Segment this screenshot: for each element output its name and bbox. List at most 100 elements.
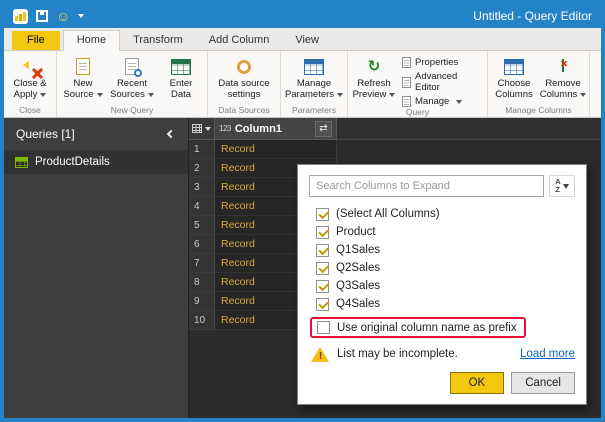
search-columns-input[interactable] (309, 175, 544, 197)
powerbi-logo-icon[interactable] (13, 8, 28, 24)
close-apply-button[interactable]: Close & Apply (6, 53, 54, 105)
checkbox-checked-icon[interactable] (316, 225, 329, 239)
column-name: Column1 (234, 122, 282, 135)
advanced-editor-button[interactable]: Advanced Editor (399, 71, 485, 93)
window-title: Untitled - Query Editor (473, 9, 592, 23)
row-number[interactable]: 6 (189, 235, 215, 254)
row-number[interactable]: 4 (189, 197, 215, 216)
row-number[interactable]: 3 (189, 178, 215, 197)
sort-button[interactable]: AZ (549, 175, 575, 197)
refresh-icon: ↻ (367, 58, 381, 75)
expand-columns-popup: AZ (Select All Columns) Product (297, 164, 587, 405)
dropdown-caret-icon (456, 99, 463, 104)
ribbon-group-close: Close & Apply Close (4, 51, 57, 117)
manage-parameters-icon (304, 58, 324, 75)
checkbox-item-product[interactable]: Product (316, 223, 575, 241)
prefix-checkbox[interactable] (317, 321, 330, 334)
queries-pane-title: Queries [1] (16, 127, 75, 141)
tab-home[interactable]: Home (62, 30, 121, 51)
column-type-icon: 123 (219, 124, 231, 133)
ribbon-group-manage-columns: Choose Columns Remove Columns Manage Col… (488, 51, 590, 117)
group-label-data-sources: Data Sources (218, 105, 270, 115)
warning-icon: ! (311, 346, 330, 362)
dropdown-caret-icon (147, 92, 154, 97)
checkbox-checked-icon[interactable] (316, 279, 329, 293)
ribbon-group-data-sources: Data source settings Data Sources (208, 51, 281, 117)
row-number[interactable]: 8 (189, 273, 215, 292)
data-source-settings-button[interactable]: Data source settings (210, 53, 278, 105)
column-header-column1[interactable]: 123 Column1 ⇄ (215, 118, 337, 140)
group-label-parameters: Parameters (292, 105, 336, 115)
manage-button[interactable]: Manage (399, 96, 485, 107)
manage-parameters-button[interactable]: Manage Parameters (283, 53, 345, 105)
advanced-editor-icon (402, 76, 411, 88)
load-more-link[interactable]: Load more (520, 348, 575, 360)
group-label-manage-columns: Manage Columns (505, 105, 572, 115)
sort-az-icon: AZ (555, 177, 561, 194)
choose-columns-button[interactable]: Choose Columns (490, 53, 538, 105)
checkbox-checked-icon[interactable] (316, 261, 329, 275)
feedback-smiley-icon[interactable]: ☺ (56, 9, 70, 23)
ribbon-tab-row: File Home Transform Add Column View (4, 28, 601, 51)
table-menu-button[interactable] (189, 118, 215, 140)
recent-sources-button[interactable]: Recent Sources (108, 53, 156, 105)
queries-pane: Queries [1] ProductDetails (4, 118, 188, 418)
row-number[interactable]: 10 (189, 311, 215, 330)
row-number[interactable]: 7 (189, 254, 215, 273)
toolbar-dropdown-icon[interactable] (78, 14, 85, 18)
row-number[interactable]: 5 (189, 216, 215, 235)
remove-columns-button[interactable]: Remove Columns (539, 53, 587, 105)
query-small-buttons: Properties Advanced Editor Manage (399, 53, 485, 107)
refresh-preview-button[interactable]: ↻ Refresh Preview (350, 53, 398, 107)
clock-icon (134, 69, 142, 77)
properties-button[interactable]: Properties (399, 57, 485, 68)
tab-add-column[interactable]: Add Column (196, 31, 283, 50)
sort-arrow-icon (562, 183, 569, 189)
sidebar-item-productdetails[interactable]: ProductDetails (4, 150, 188, 174)
checkbox-checked-icon[interactable] (316, 297, 329, 311)
tab-view[interactable]: View (282, 31, 332, 50)
dropdown-caret-icon (389, 92, 396, 97)
ribbon-group-new-query: New Source Recent Sources Enter Data New… (57, 51, 208, 117)
checkbox-checked-icon[interactable] (316, 207, 329, 221)
grid-header-filler (337, 118, 601, 140)
expand-column-button[interactable]: ⇄ (315, 120, 332, 137)
enter-data-icon (171, 58, 191, 75)
save-icon[interactable] (36, 10, 48, 22)
choose-columns-icon (504, 58, 524, 75)
group-label-new-query: New Query (110, 105, 154, 115)
properties-icon (402, 57, 411, 68)
dropdown-caret-icon (580, 92, 587, 97)
cancel-button[interactable]: Cancel (511, 372, 575, 394)
group-label-close: Close (19, 105, 41, 115)
enter-data-button[interactable]: Enter Data (157, 53, 205, 105)
checkbox-item-q4sales[interactable]: Q4Sales (316, 295, 575, 313)
ok-button[interactable]: OK (449, 372, 505, 394)
dropdown-caret-icon (96, 92, 103, 97)
new-source-button[interactable]: New Source (59, 53, 107, 105)
row-number[interactable]: 9 (189, 292, 215, 311)
collapse-pane-icon[interactable] (166, 129, 176, 139)
record-cell[interactable]: Record (215, 140, 337, 159)
dropdown-caret-icon (205, 126, 211, 131)
recent-sources-icon (125, 58, 142, 77)
remove-columns-icon (562, 59, 564, 73)
ribbon: Close & Apply Close New Source Recent So… (4, 51, 601, 118)
table-icon (15, 156, 28, 168)
checkbox-item-q2sales[interactable]: Q2Sales (316, 259, 575, 277)
row-number[interactable]: 1 (189, 140, 215, 159)
checkbox-item-q1sales[interactable]: Q1Sales (316, 241, 575, 259)
tab-transform[interactable]: Transform (120, 31, 196, 50)
dropdown-caret-icon (337, 92, 344, 97)
prefix-option-label: Use original column name as prefix (337, 321, 517, 334)
checkbox-item-select-all[interactable]: (Select All Columns) (316, 205, 575, 223)
query-name-label: ProductDetails (35, 156, 110, 168)
new-source-icon (76, 58, 90, 75)
titlebar: ☺ Untitled - Query Editor (4, 4, 601, 28)
row-number[interactable]: 2 (189, 159, 215, 178)
checkbox-item-q3sales[interactable]: Q3Sales (316, 277, 575, 295)
tab-file[interactable]: File (12, 31, 60, 50)
gear-icon (237, 59, 251, 74)
checkbox-checked-icon[interactable] (316, 243, 329, 257)
queries-pane-header: Queries [1] (4, 118, 188, 150)
